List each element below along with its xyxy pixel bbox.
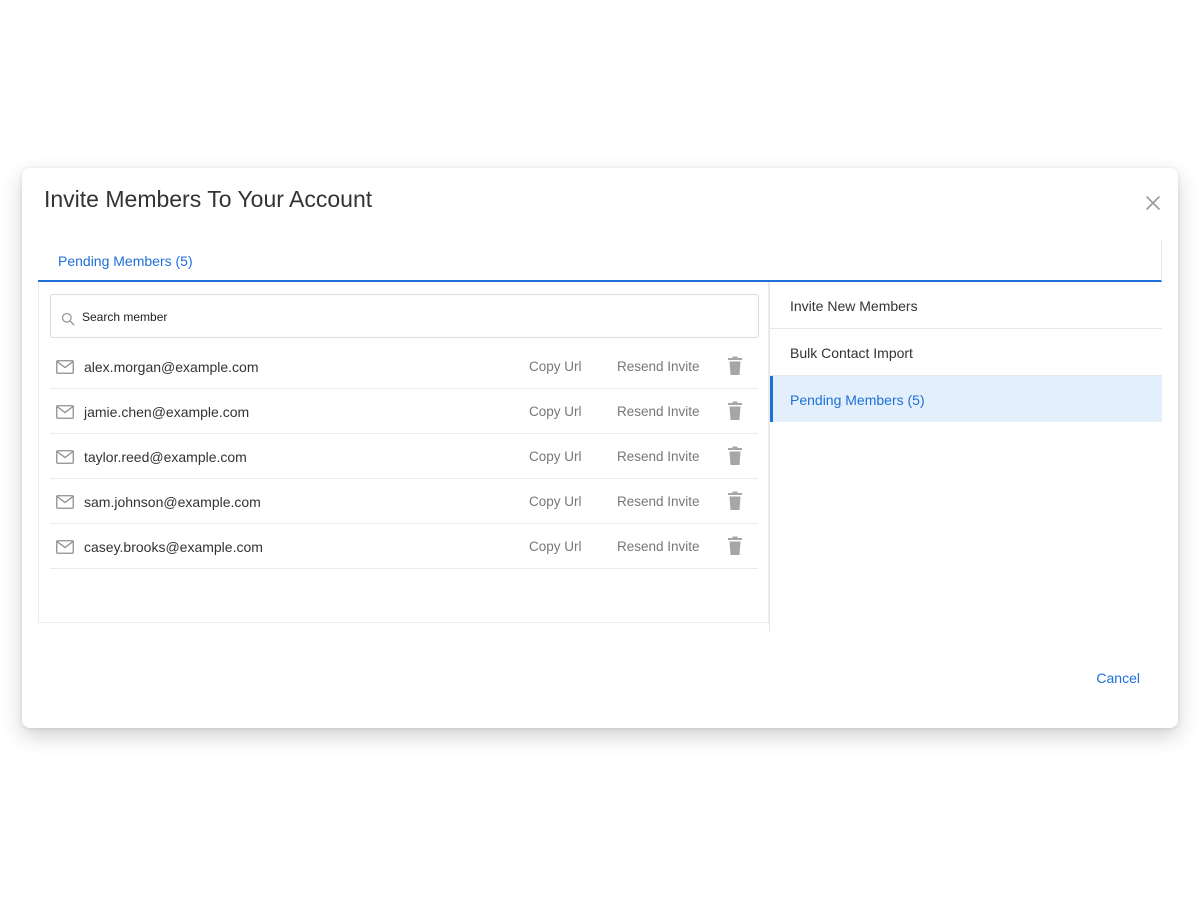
mail-icon — [56, 450, 74, 464]
mail-icon — [56, 360, 74, 374]
trash-icon[interactable] — [726, 356, 744, 376]
copy-url-button[interactable]: Copy Url — [529, 359, 582, 374]
search-icon — [61, 312, 75, 326]
member-row: sam.johnson@example.com Copy Url Resend … — [50, 479, 758, 524]
modal-title: Invite Members To Your Account — [44, 186, 373, 212]
member-email: taylor.reed@example.com — [84, 449, 247, 465]
resend-invite-button[interactable]: Resend Invite — [617, 449, 700, 464]
copy-url-button[interactable]: Copy Url — [529, 494, 582, 509]
tab-pending-members[interactable]: Pending Members (5) — [58, 253, 193, 269]
tab-bar: Pending Members (5) — [38, 240, 1162, 282]
trash-icon[interactable] — [726, 536, 744, 556]
member-row: casey.brooks@example.com Copy Url Resend… — [50, 524, 758, 569]
side-menu-item-label: Pending Members (5) — [790, 392, 925, 408]
member-row: taylor.reed@example.com Copy Url Resend … — [50, 434, 758, 479]
side-menu-item-invite-new-members[interactable]: Invite New Members — [770, 282, 1162, 329]
trash-icon[interactable] — [726, 446, 744, 466]
side-menu-item-bulk-contact-import[interactable]: Bulk Contact Import — [770, 329, 1162, 376]
copy-url-button[interactable]: Copy Url — [529, 449, 582, 464]
member-row: jamie.chen@example.com Copy Url Resend I… — [50, 389, 758, 434]
close-button[interactable] — [1144, 194, 1162, 212]
mail-icon — [56, 540, 74, 554]
member-email: sam.johnson@example.com — [84, 494, 261, 510]
pending-members-panel: alex.morgan@example.com Copy Url Resend … — [38, 282, 769, 623]
side-menu-item-label: Invite New Members — [790, 298, 918, 314]
side-menu-item-pending-members[interactable]: Pending Members (5) — [770, 376, 1162, 422]
member-email: alex.morgan@example.com — [84, 359, 259, 375]
copy-url-button[interactable]: Copy Url — [529, 539, 582, 554]
copy-url-button[interactable]: Copy Url — [529, 404, 582, 419]
member-email: casey.brooks@example.com — [84, 539, 263, 555]
invite-members-modal: Invite Members To Your Account Pending M… — [22, 168, 1178, 728]
resend-invite-button[interactable]: Resend Invite — [617, 494, 700, 509]
side-menu: Invite New Members Bulk Contact Import P… — [769, 282, 1162, 632]
resend-invite-button[interactable]: Resend Invite — [617, 359, 700, 374]
member-list: alex.morgan@example.com Copy Url Resend … — [50, 344, 758, 569]
resend-invite-button[interactable]: Resend Invite — [617, 539, 700, 554]
search-input[interactable] — [82, 306, 742, 328]
member-row: alex.morgan@example.com Copy Url Resend … — [50, 344, 758, 389]
close-icon — [1146, 196, 1160, 210]
trash-icon[interactable] — [726, 401, 744, 421]
search-box[interactable] — [50, 294, 759, 338]
mail-icon — [56, 405, 74, 419]
mail-icon — [56, 495, 74, 509]
trash-icon[interactable] — [726, 491, 744, 511]
member-email: jamie.chen@example.com — [84, 404, 250, 420]
side-menu-item-label: Bulk Contact Import — [790, 345, 913, 361]
resend-invite-button[interactable]: Resend Invite — [617, 404, 700, 419]
cancel-button[interactable]: Cancel — [1096, 670, 1140, 686]
